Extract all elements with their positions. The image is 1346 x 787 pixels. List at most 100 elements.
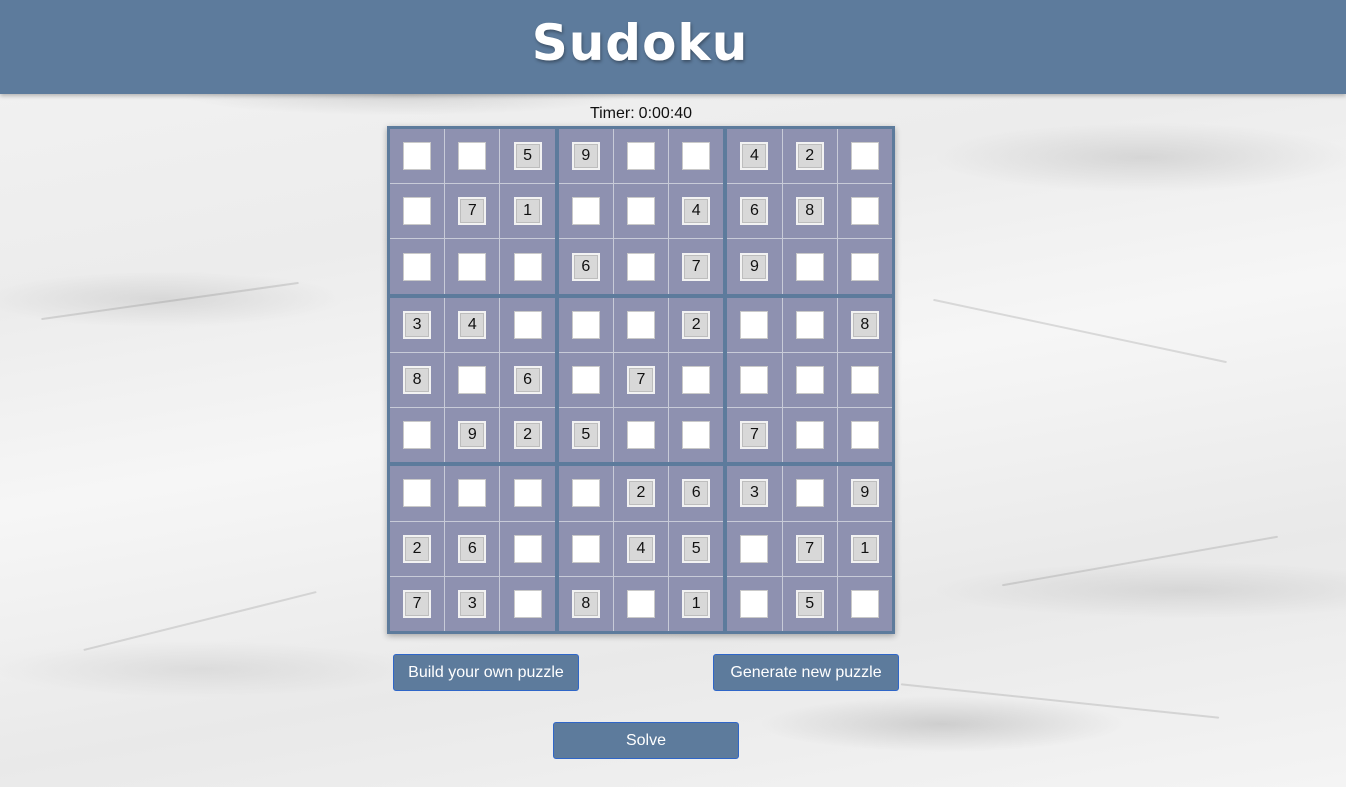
sudoku-cell-input[interactable] — [795, 421, 824, 450]
sudoku-cell-input[interactable] — [795, 365, 824, 394]
sudoku-cell-input[interactable]: 2 — [682, 310, 711, 339]
sudoku-cell-input[interactable] — [740, 534, 769, 563]
sudoku-cell: 5 — [782, 576, 837, 631]
sudoku-cell-input[interactable] — [403, 197, 432, 226]
sudoku-cell-input[interactable] — [682, 142, 711, 171]
sudoku-cell-input[interactable] — [626, 197, 655, 226]
sudoku-cell-input[interactable]: 3 — [403, 310, 432, 339]
sudoku-cell-input[interactable] — [571, 197, 600, 226]
sudoku-cell-input[interactable] — [795, 252, 824, 281]
sudoku-cell-input[interactable] — [626, 421, 655, 450]
sudoku-cell-input[interactable]: 2 — [513, 421, 542, 450]
sudoku-cell-input[interactable]: 5 — [513, 142, 542, 171]
sudoku-cell-input[interactable] — [795, 479, 824, 508]
sudoku-cell-input[interactable]: 6 — [458, 534, 487, 563]
sudoku-cell-input[interactable]: 3 — [740, 479, 769, 508]
sudoku-cell-input[interactable] — [740, 310, 769, 339]
sudoku-cell-input[interactable]: 8 — [850, 310, 879, 339]
sudoku-cell-input[interactable]: 5 — [682, 534, 711, 563]
sudoku-cell-input[interactable] — [571, 310, 600, 339]
sudoku-cell — [390, 408, 445, 463]
sudoku-cell-input[interactable]: 5 — [795, 589, 824, 618]
sudoku-cell-input[interactable] — [850, 142, 879, 171]
sudoku-cell-input[interactable] — [513, 589, 542, 618]
sudoku-cell — [390, 129, 445, 184]
sudoku-cell-input[interactable]: 4 — [740, 142, 769, 171]
sudoku-cell-input[interactable] — [740, 589, 769, 618]
sudoku-cell-input[interactable]: 7 — [795, 534, 824, 563]
sudoku-cell-input[interactable]: 7 — [403, 589, 432, 618]
sudoku-cell-input[interactable]: 6 — [513, 365, 542, 394]
build-puzzle-button[interactable]: Build your own puzzle — [393, 654, 579, 691]
sudoku-cell-input[interactable]: 3 — [458, 589, 487, 618]
sudoku-cell-input[interactable]: 8 — [403, 365, 432, 394]
sudoku-cell-input[interactable]: 2 — [795, 142, 824, 171]
sudoku-cell-input[interactable]: 8 — [795, 197, 824, 226]
sudoku-cell-input[interactable]: 9 — [458, 421, 487, 450]
sudoku-cell-input[interactable] — [458, 142, 487, 171]
sudoku-cell-input[interactable]: 2 — [403, 534, 432, 563]
sudoku-cell-input[interactable] — [850, 252, 879, 281]
sudoku-cell-input[interactable] — [403, 479, 432, 508]
sudoku-cell-input[interactable]: 7 — [458, 197, 487, 226]
sudoku-cell-input[interactable] — [850, 589, 879, 618]
sudoku-cell-input[interactable] — [513, 310, 542, 339]
sudoku-cell-input[interactable] — [682, 365, 711, 394]
sudoku-cell: 2 — [613, 466, 669, 521]
sudoku-cell-input[interactable]: 6 — [571, 252, 600, 281]
sudoku-box: 571 — [390, 129, 555, 294]
sudoku-cell-input[interactable]: 9 — [850, 479, 879, 508]
sudoku-cell-input[interactable]: 2 — [626, 479, 655, 508]
sudoku-cell-input[interactable]: 9 — [571, 142, 600, 171]
sudoku-cell-input[interactable] — [403, 421, 432, 450]
sudoku-cell-input[interactable] — [626, 252, 655, 281]
sudoku-cell-input[interactable]: 6 — [682, 479, 711, 508]
sudoku-cell-input[interactable] — [850, 365, 879, 394]
sudoku-cell-input[interactable] — [626, 310, 655, 339]
sudoku-cell-input[interactable] — [850, 421, 879, 450]
sudoku-cell-input[interactable]: 7 — [626, 365, 655, 394]
sudoku-cell: 4 — [613, 521, 669, 576]
sudoku-cell-input[interactable] — [682, 421, 711, 450]
sudoku-cell-input[interactable]: 4 — [682, 197, 711, 226]
sudoku-cell-input[interactable]: 4 — [458, 310, 487, 339]
sudoku-cell-input[interactable] — [403, 252, 432, 281]
sudoku-cell-input[interactable]: 7 — [682, 252, 711, 281]
sudoku-cell — [837, 239, 892, 294]
sudoku-cell — [445, 129, 500, 184]
sudoku-cell-input[interactable]: 7 — [740, 421, 769, 450]
sudoku-cell — [669, 352, 724, 408]
sudoku-cell-input[interactable] — [458, 365, 487, 394]
sudoku-cell-input[interactable]: 8 — [571, 589, 600, 618]
sudoku-cell-input[interactable]: 4 — [626, 534, 655, 563]
sudoku-cell-input[interactable] — [403, 142, 432, 171]
marble-vein — [41, 281, 299, 321]
sudoku-cell-input[interactable] — [850, 197, 879, 226]
sudoku-cell-input[interactable] — [626, 142, 655, 171]
sudoku-cell — [782, 466, 837, 521]
sudoku-cell-input[interactable] — [571, 534, 600, 563]
sudoku-cell-input[interactable]: 6 — [740, 197, 769, 226]
sudoku-cell-input[interactable]: 1 — [682, 589, 711, 618]
sudoku-cell-input[interactable] — [513, 534, 542, 563]
sudoku-cell-input[interactable] — [626, 589, 655, 618]
sudoku-box: 275 — [558, 297, 724, 463]
sudoku-cell-input[interactable] — [458, 252, 487, 281]
sudoku-cell: 6 — [669, 466, 724, 521]
sudoku-cell: 9 — [837, 466, 892, 521]
sudoku-cell-input[interactable] — [513, 479, 542, 508]
sudoku-cell-input[interactable] — [795, 310, 824, 339]
sudoku-cell-input[interactable]: 5 — [571, 421, 600, 450]
generate-puzzle-button[interactable]: Generate new puzzle — [713, 654, 899, 691]
sudoku-cell-input[interactable] — [740, 365, 769, 394]
sudoku-cell-input[interactable] — [571, 365, 600, 394]
solve-button[interactable]: Solve — [553, 722, 739, 759]
sudoku-cell-input[interactable] — [513, 252, 542, 281]
sudoku-cell-input[interactable]: 1 — [850, 534, 879, 563]
sudoku-box: 2673 — [390, 466, 555, 631]
sudoku-cell: 3 — [390, 297, 445, 352]
sudoku-cell-input[interactable] — [571, 479, 600, 508]
sudoku-cell-input[interactable] — [458, 479, 487, 508]
sudoku-cell-input[interactable]: 1 — [513, 197, 542, 226]
sudoku-cell-input[interactable]: 9 — [740, 252, 769, 281]
